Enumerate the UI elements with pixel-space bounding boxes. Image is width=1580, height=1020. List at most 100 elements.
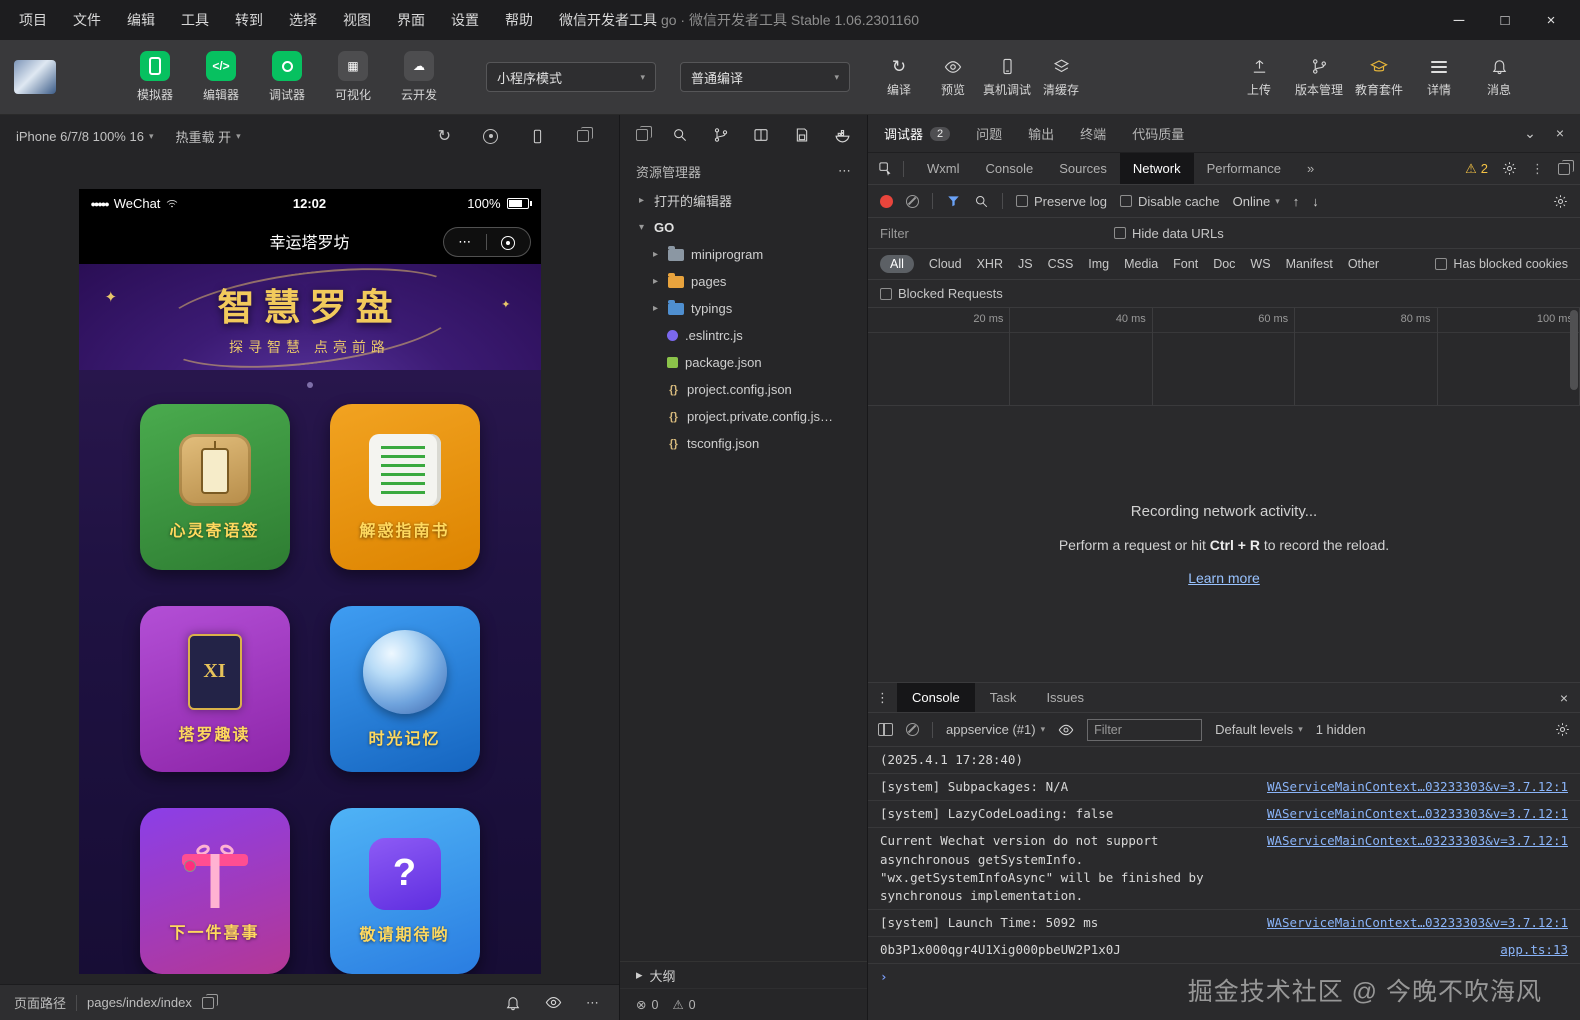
tab-code-quality[interactable]: 代码质量: [1132, 124, 1184, 143]
console-sidebar-icon[interactable]: [878, 723, 893, 736]
card-coming-soon[interactable]: ? 敬请期待哟: [329, 808, 480, 974]
tab-output[interactable]: 输出: [1028, 124, 1054, 143]
throttling-select[interactable]: Online ▾: [1233, 194, 1280, 209]
tree-folder-pages[interactable]: ▸ pages: [620, 268, 867, 295]
refresh-icon[interactable]: ↻: [438, 126, 451, 146]
record-network-button[interactable]: [880, 194, 893, 208]
message-source-link[interactable]: WAServiceMainContext…03233303&v=3.7.12:1: [1267, 914, 1568, 932]
more-tabs-icon[interactable]: »: [1294, 153, 1327, 184]
copy-icon[interactable]: [201, 993, 218, 1009]
message-source-link[interactable]: WAServiceMainContext…03233303&v=3.7.12:1: [1267, 805, 1568, 823]
message-source-link[interactable]: WAServiceMainContext…03233303&v=3.7.12:1: [1267, 832, 1568, 850]
files-icon[interactable]: [636, 126, 652, 141]
filter-other[interactable]: Other: [1348, 257, 1379, 271]
execution-context-select[interactable]: appservice (#1) ▾: [946, 722, 1045, 737]
eye-icon[interactable]: [545, 994, 562, 1011]
filter-css[interactable]: CSS: [1048, 257, 1074, 271]
drawer-tab-task[interactable]: Task: [975, 683, 1032, 712]
drawer-tab-console[interactable]: Console: [897, 683, 975, 712]
tab-terminal[interactable]: 终端: [1080, 124, 1106, 143]
tab-sources[interactable]: Sources: [1046, 153, 1120, 184]
outline-section[interactable]: ▸ 大纲: [620, 961, 867, 988]
docker-icon[interactable]: [834, 127, 851, 144]
tree-file-eslintrc[interactable]: .eslintrc.js: [620, 322, 867, 349]
tab-performance[interactable]: Performance: [1194, 153, 1294, 184]
filter-img[interactable]: Img: [1088, 257, 1109, 271]
compile-mode-select[interactable]: 普通编译 ▾: [680, 62, 850, 92]
message-source-link[interactable]: app.ts:13: [1500, 941, 1568, 959]
menu-interface[interactable]: 界面: [384, 10, 438, 30]
filter-ws[interactable]: WS: [1250, 257, 1270, 271]
preview-button[interactable]: 预览: [926, 57, 980, 98]
preserve-log-checkbox[interactable]: Preserve log: [1016, 194, 1107, 209]
tab-console[interactable]: Console: [973, 153, 1047, 184]
card-next-happy-event[interactable]: 下一件喜事: [139, 808, 290, 974]
menu-goto[interactable]: 转到: [222, 10, 276, 30]
tree-file-package-json[interactable]: package.json: [620, 349, 867, 376]
messages-button[interactable]: 消息: [1472, 57, 1526, 98]
filter-font[interactable]: Font: [1173, 257, 1198, 271]
record-icon[interactable]: [483, 128, 498, 144]
tree-folder-miniprogram[interactable]: ▸ miniprogram: [620, 241, 867, 268]
menu-devtools[interactable]: 微信开发者工具: [546, 10, 670, 30]
open-editors-section[interactable]: ▸ 打开的编辑器: [620, 187, 867, 214]
gear-icon[interactable]: [1555, 722, 1570, 737]
more-icon[interactable]: ⋯: [444, 234, 487, 250]
import-har-icon[interactable]: ↑: [1293, 194, 1300, 209]
search-icon[interactable]: [672, 127, 688, 143]
network-filter-input[interactable]: [880, 225, 1080, 241]
disable-cache-checkbox[interactable]: Disable cache: [1119, 194, 1220, 209]
editor-button[interactable]: </> 编辑器: [192, 51, 250, 103]
mode-select[interactable]: 小程序模式 ▾: [486, 62, 656, 92]
minimize-button[interactable]: ─: [1436, 12, 1482, 29]
exit-icon[interactable]: [487, 233, 530, 251]
gear-icon[interactable]: [1553, 194, 1568, 209]
cloud-dev-button[interactable]: ☁ 云开发: [390, 51, 448, 103]
hot-reload-toggle[interactable]: 热重载 开 ▾: [175, 127, 240, 146]
simulator-button[interactable]: 模拟器: [126, 51, 184, 103]
remote-debug-button[interactable]: 真机调试: [980, 57, 1034, 98]
details-button[interactable]: 详情: [1412, 57, 1466, 98]
filter-manifest[interactable]: Manifest: [1286, 257, 1333, 271]
tree-file-tsconfig[interactable]: {} tsconfig.json: [620, 430, 867, 457]
split-editor-icon[interactable]: [753, 127, 769, 143]
more-icon[interactable]: ⋯: [838, 163, 851, 179]
close-icon[interactable]: ×: [1560, 690, 1580, 706]
tree-folder-typings[interactable]: ▸ typings: [620, 295, 867, 322]
card-tarot-reading[interactable]: XI 塔罗趣读: [139, 606, 290, 772]
maximize-button[interactable]: □: [1482, 12, 1528, 29]
upload-button[interactable]: 上传: [1232, 57, 1286, 98]
hide-data-urls-checkbox[interactable]: Hide data URLs: [1114, 226, 1224, 241]
warnings-indicator[interactable]: ⚠ 2: [1465, 161, 1488, 177]
menu-settings[interactable]: 设置: [438, 10, 492, 30]
undock-icon[interactable]: [1558, 159, 1574, 175]
gear-icon[interactable]: [1502, 161, 1517, 176]
close-button[interactable]: ×: [1528, 12, 1574, 29]
filter-doc[interactable]: Doc: [1213, 257, 1235, 271]
capsule-menu[interactable]: ⋯: [442, 226, 531, 257]
more-icon[interactable]: ⋮: [1531, 161, 1544, 177]
menu-file[interactable]: 文件: [60, 10, 114, 30]
console-menu-icon[interactable]: ⋮: [868, 690, 897, 706]
message-source-link[interactable]: WAServiceMainContext…03233303&v=3.7.12:1: [1267, 778, 1568, 796]
version-control-button[interactable]: 版本管理: [1292, 57, 1346, 98]
device-selector[interactable]: iPhone 6/7/8 100% 16 ▾: [16, 129, 153, 144]
blocked-requests-checkbox[interactable]: Blocked Requests: [880, 286, 1003, 301]
tab-problems[interactable]: 问题: [976, 124, 1002, 143]
drawer-tab-issues[interactable]: Issues: [1031, 683, 1099, 712]
edu-suite-button[interactable]: 教育套件: [1352, 57, 1406, 98]
clear-console-icon[interactable]: [906, 723, 919, 736]
menu-help[interactable]: 帮助: [492, 10, 546, 30]
card-time-memory[interactable]: 时光记忆: [329, 606, 480, 772]
menu-tools[interactable]: 工具: [168, 10, 222, 30]
save-icon[interactable]: [794, 127, 810, 143]
page-path-selector[interactable]: 页面路径: [14, 993, 66, 1012]
tree-file-project-config[interactable]: {} project.config.json: [620, 376, 867, 403]
card-heart-sign[interactable]: 心灵寄语签: [139, 404, 290, 570]
filter-all[interactable]: All: [880, 255, 914, 273]
has-blocked-cookies-checkbox[interactable]: Has blocked cookies: [1435, 257, 1568, 271]
multi-window-icon[interactable]: [577, 127, 593, 142]
scrollbar[interactable]: [1570, 310, 1578, 390]
git-branch-icon[interactable]: [713, 127, 729, 143]
tab-wxml[interactable]: Wxml: [914, 153, 973, 184]
